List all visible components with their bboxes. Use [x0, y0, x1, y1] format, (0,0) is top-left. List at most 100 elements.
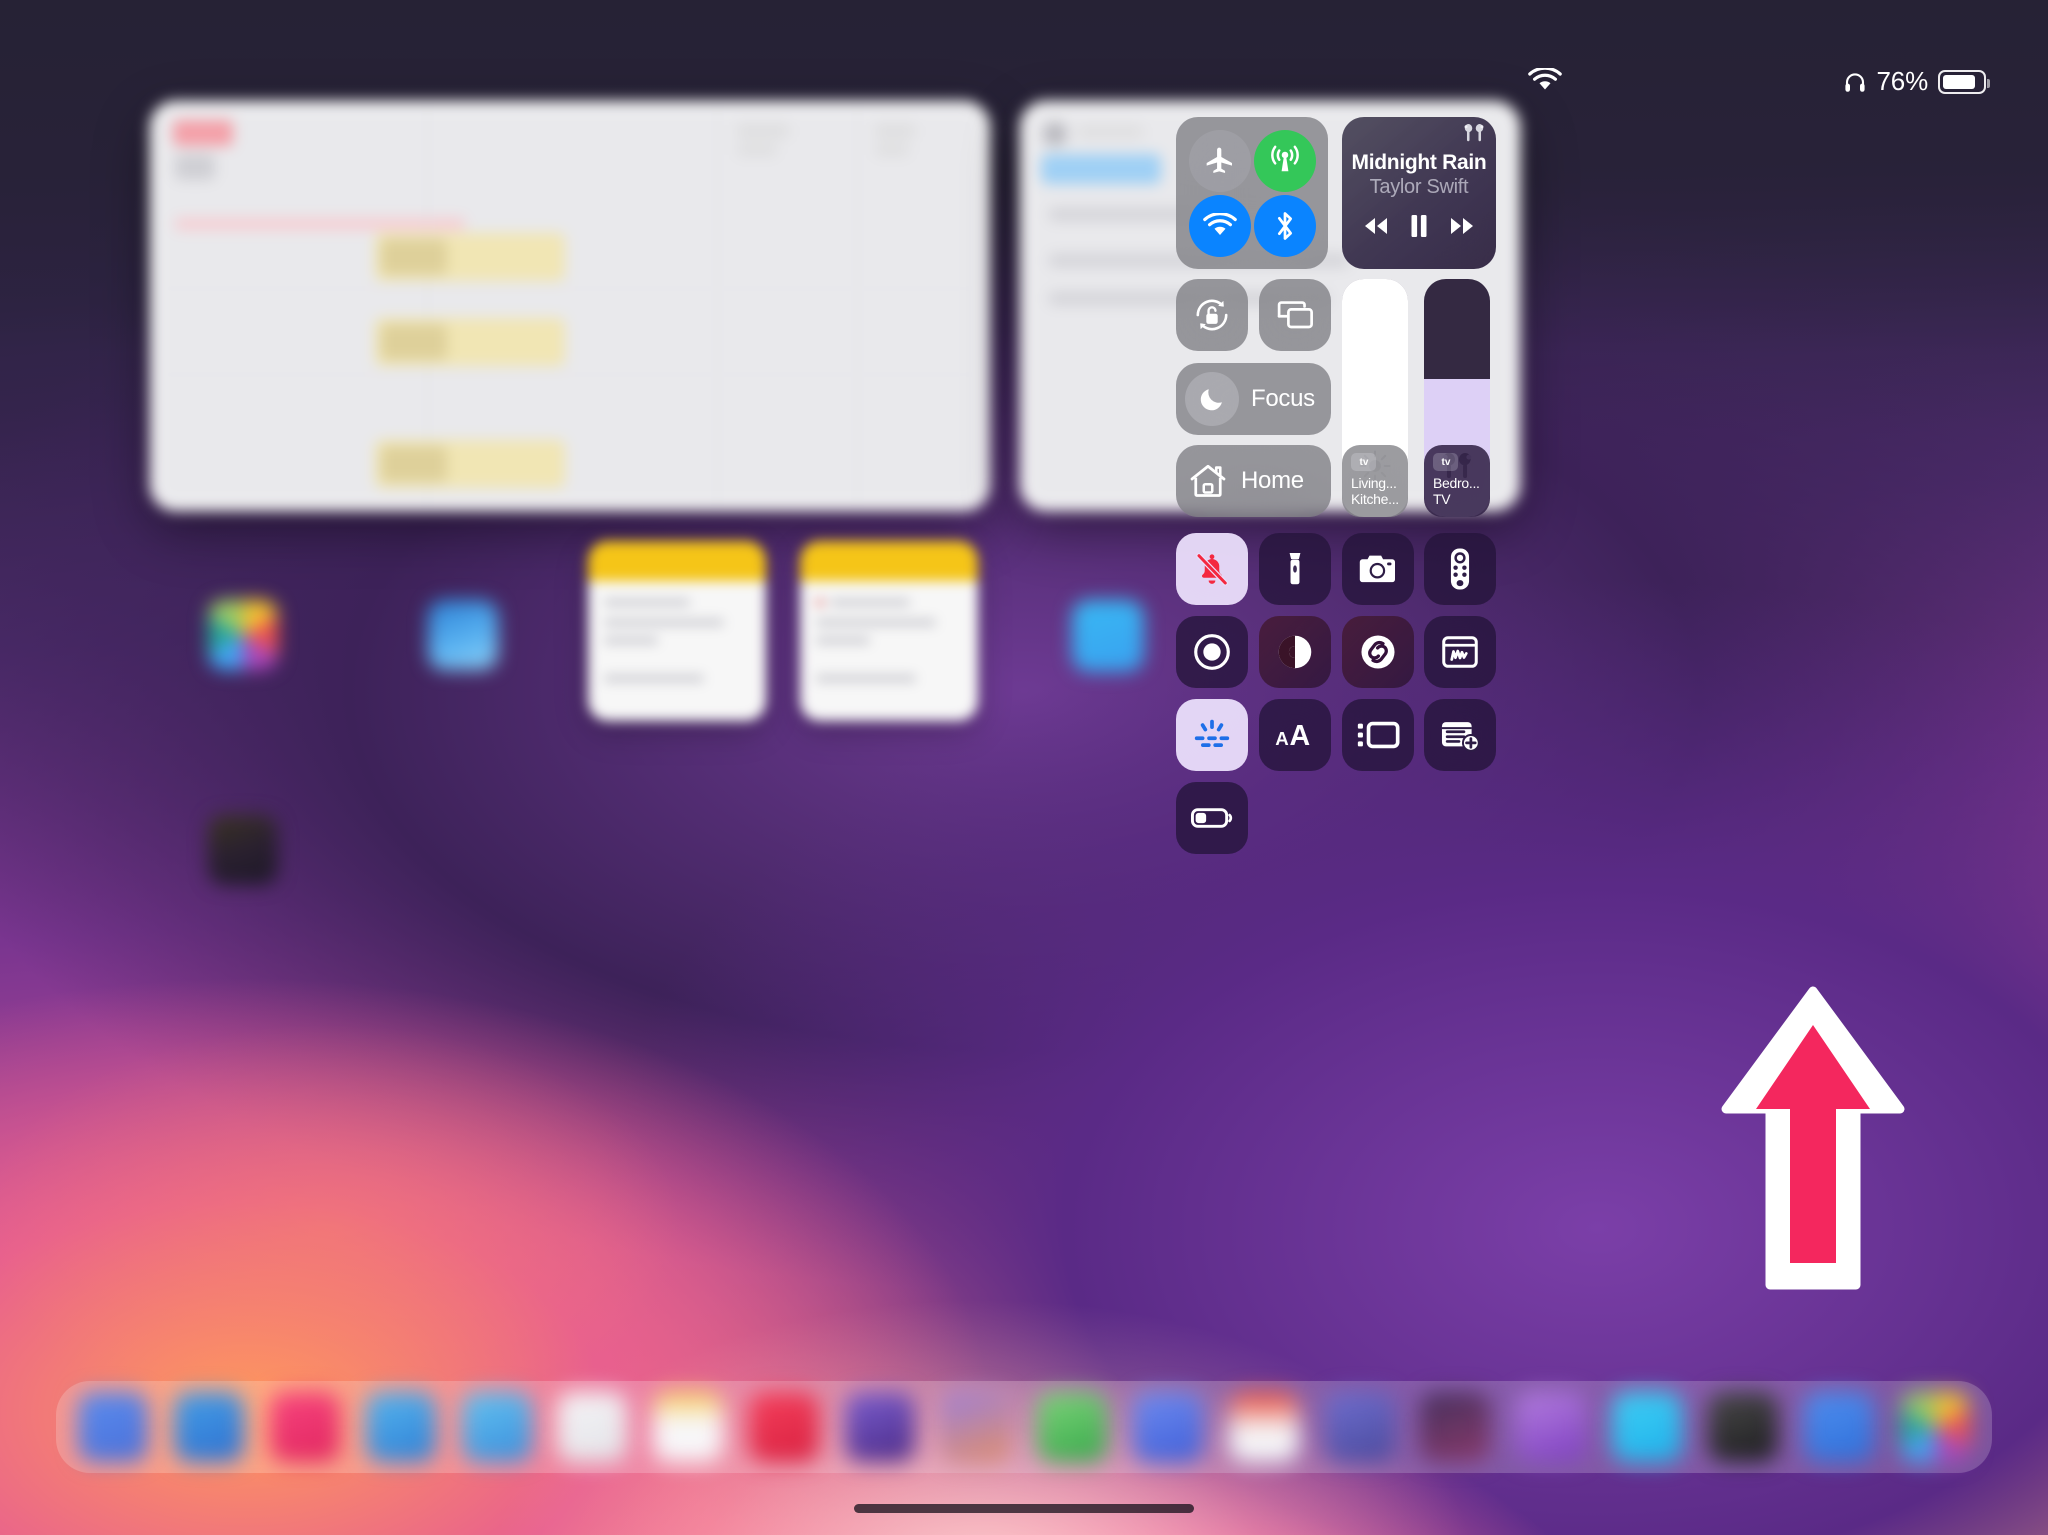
stage-manager-button[interactable]	[1342, 699, 1414, 771]
keyboard-brightness-button[interactable]	[1176, 699, 1248, 771]
rewind-button[interactable]	[1361, 215, 1391, 237]
dock[interactable]	[56, 1381, 1992, 1473]
low-power-mode-button[interactable]	[1176, 782, 1248, 854]
moon-icon	[1198, 385, 1226, 413]
dock-item[interactable]	[557, 1392, 628, 1462]
cellular-icon	[1268, 144, 1302, 178]
dock-item[interactable]	[1899, 1392, 1970, 1462]
dock-item[interactable]	[1612, 1392, 1683, 1462]
widget-line	[604, 637, 658, 644]
dock-item[interactable]	[365, 1392, 436, 1462]
text-size-button[interactable]: A A	[1259, 699, 1331, 771]
focus-button[interactable]: Focus	[1176, 363, 1331, 435]
widget-line	[830, 599, 910, 606]
camera-icon	[1357, 552, 1399, 586]
widget-line	[816, 599, 824, 606]
widget-line	[604, 675, 704, 682]
tv-remote-tile-bedroom[interactable]: tv Bedro... TV	[1424, 445, 1490, 517]
flashlight-button[interactable]	[1259, 533, 1331, 605]
now-playing-module[interactable]: Midnight Rain Taylor Swift	[1342, 117, 1496, 269]
widget-header-band	[588, 541, 766, 581]
widget-line	[604, 619, 724, 626]
airpods-icon[interactable]	[1461, 123, 1487, 145]
screen-recording-button[interactable]	[1176, 616, 1248, 688]
tv-remote-tile-living[interactable]: tv Living... Kitche...	[1342, 445, 1408, 517]
dock-item[interactable]	[78, 1392, 148, 1462]
rotation-lock-icon	[1191, 294, 1233, 336]
dock-item[interactable]	[1324, 1392, 1395, 1462]
wifi-icon	[1528, 68, 1562, 94]
remote-icon	[1447, 547, 1473, 591]
widget-line	[816, 619, 936, 626]
home-icon-photos[interactable]	[208, 600, 278, 670]
card-ghost-text	[875, 144, 909, 156]
card-event-inner	[381, 324, 447, 360]
card-ghost-text	[737, 124, 789, 138]
tv-remote-line1: Bedro...	[1433, 475, 1480, 491]
screen-mirroring-button[interactable]	[1259, 279, 1331, 351]
wifi-button[interactable]	[1189, 195, 1251, 257]
connectivity-module[interactable]	[1176, 117, 1328, 269]
card-event-block	[375, 440, 565, 488]
dock-item[interactable]	[653, 1392, 724, 1462]
tv-remote-line2: Kitche...	[1351, 490, 1399, 507]
card-column-divider	[717, 108, 718, 504]
dock-item[interactable]	[941, 1392, 1012, 1462]
widget-line	[816, 675, 916, 682]
dock-item[interactable]	[1708, 1392, 1779, 1462]
apple-tv-badge: tv	[1433, 453, 1458, 471]
add-widget-button[interactable]	[1424, 699, 1496, 771]
rotation-lock-button[interactable]	[1176, 279, 1248, 351]
card-line	[175, 218, 465, 230]
widget-line	[816, 637, 870, 644]
keyboard-light-icon	[1191, 717, 1233, 753]
dock-item[interactable]	[1516, 1392, 1587, 1462]
airplane-mode-button[interactable]	[1189, 130, 1251, 192]
dock-item[interactable]	[845, 1392, 916, 1462]
dock-item[interactable]	[1420, 1392, 1491, 1462]
dock-item[interactable]	[1036, 1392, 1107, 1462]
fast-forward-button[interactable]	[1447, 215, 1477, 237]
dock-item[interactable]	[749, 1392, 820, 1462]
home-icon	[1188, 462, 1228, 500]
screen-mirroring-icon	[1273, 296, 1317, 334]
now-playing-title: Midnight Rain	[1351, 151, 1487, 174]
cellular-data-button[interactable]	[1254, 130, 1316, 192]
control-center[interactable]: Midnight Rain Taylor Swift Focus Home tv…	[1176, 101, 1496, 854]
camera-button[interactable]	[1342, 533, 1414, 605]
tv-remote-name: Bedro... TV	[1433, 475, 1484, 507]
dock-item[interactable]	[461, 1392, 532, 1462]
svg-text:A: A	[1275, 728, 1289, 749]
app-switcher-card-calendar[interactable]	[150, 101, 990, 511]
home-button[interactable]: Home	[1176, 445, 1331, 517]
bluetooth-button[interactable]	[1254, 195, 1316, 257]
apple-tv-remote-button[interactable]	[1424, 533, 1496, 605]
widget-header-band	[800, 541, 978, 581]
home-icon-dark-app[interactable]	[208, 815, 278, 885]
apple-tv-badge: tv	[1351, 453, 1376, 471]
apple-tv-badge-label: tv	[1359, 456, 1369, 468]
quick-note-button[interactable]	[1424, 616, 1496, 688]
home-indicator[interactable]	[854, 1504, 1194, 1513]
dock-item[interactable]	[269, 1392, 340, 1462]
tv-remote-name: Living... Kitche...	[1351, 475, 1402, 507]
airplane-icon	[1204, 145, 1236, 177]
home-icon-weather[interactable]	[428, 600, 498, 670]
wifi-icon	[1203, 212, 1237, 240]
home-icon-messages[interactable]	[1072, 600, 1144, 672]
media-controls[interactable]	[1342, 213, 1496, 239]
card-ghost-text	[1077, 126, 1143, 138]
pause-button[interactable]	[1408, 213, 1430, 239]
dock-item[interactable]	[1804, 1392, 1875, 1462]
card-ghost-text	[737, 144, 777, 156]
tv-remote-line1: Living...	[1351, 475, 1397, 491]
battery-low-icon	[1190, 805, 1234, 831]
home-widget-notes-2[interactable]	[800, 541, 978, 721]
dark-mode-button[interactable]	[1259, 616, 1331, 688]
shazam-button[interactable]	[1342, 616, 1414, 688]
silent-mode-button[interactable]	[1176, 533, 1248, 605]
dock-item[interactable]	[1132, 1392, 1203, 1462]
dock-item[interactable]	[1228, 1392, 1299, 1462]
dock-item[interactable]	[173, 1392, 244, 1462]
home-widget-notes-1[interactable]	[588, 541, 766, 721]
